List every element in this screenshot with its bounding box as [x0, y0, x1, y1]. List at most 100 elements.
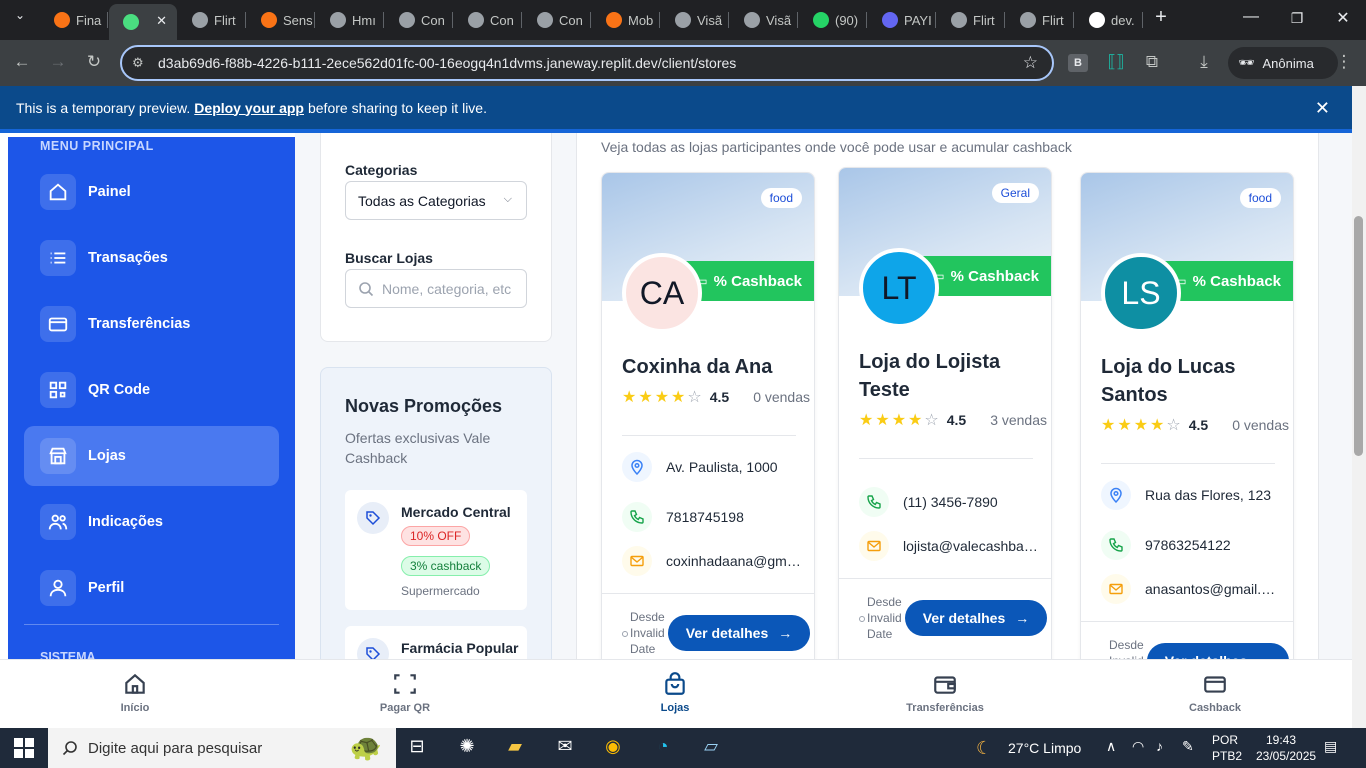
categories-select[interactable]: Todas as Categorias ⌵ — [345, 181, 527, 220]
address-bar[interactable]: ⚙ d3ab69d6-f88b-4226-b111-2ece562d01fc-0… — [120, 45, 1054, 81]
promo-card[interactable]: Mercado Central 10% OFF 3% cashback Supe… — [345, 490, 527, 610]
scrollbar-thumb[interactable] — [1354, 216, 1363, 456]
star-icon: ★ — [891, 412, 907, 429]
browser-tab-active[interactable]: ✕ — [109, 4, 177, 40]
store-phone: 97863254122 — [1101, 529, 1291, 561]
store-card[interactable]: food ▭% Cashback LS Loja do Lucas Santos ★ ★ ★… — [1080, 172, 1294, 659]
star-icon: ☆ — [687, 389, 702, 406]
store-name: Loja do Lojista Teste — [859, 351, 1001, 401]
store-card[interactable]: food ▭% Cashback CA Coxinha da Ana ★ ★ ★ ★ ☆ 4.5 0… — [601, 172, 815, 659]
browser-tab[interactable]: dev. — [1075, 6, 1143, 34]
tab-search-button[interactable]: ⌄ — [5, 8, 35, 22]
browser-tab[interactable]: Hmı — [316, 6, 384, 34]
extensions-icon[interactable]: ⧉ — [1140, 52, 1164, 72]
extension-code-icon[interactable]: ⟦⟧ — [1104, 52, 1128, 72]
edge-icon[interactable]: ◔ — [650, 736, 676, 760]
bottom-nav-cashback[interactable]: Cashback — [1155, 670, 1275, 714]
browser-tab[interactable]: Visã — [661, 6, 729, 34]
browser-tab[interactable]: (90) — [799, 6, 867, 34]
download-icon[interactable]: ⤓ — [1192, 52, 1216, 72]
chrome-icon[interactable]: ◉ — [600, 736, 626, 760]
store-avatar: LS — [1101, 253, 1181, 333]
windows-taskbar: Digite aqui para pesquisar 🐢 ⊟ ✺ ▰ ✉ ◉ ◔… — [0, 728, 1366, 768]
chevron-down-icon: ⌵ — [503, 193, 512, 205]
tab-favicon-icon — [813, 12, 829, 28]
file-explorer-icon[interactable]: ▰ — [502, 736, 528, 760]
browser-tab[interactable]: Flirt — [937, 6, 1005, 34]
minimize-button[interactable]: — — [1236, 8, 1266, 26]
store-card[interactable]: Geral ▭% Cashback LT Loja do Lojista Teste ★… — [838, 167, 1052, 659]
pen-icon[interactable]: ✎ — [1182, 738, 1194, 755]
maximize-button[interactable]: ❐ — [1282, 10, 1312, 27]
close-tab-icon[interactable]: ✕ — [156, 13, 167, 29]
reload-icon[interactable]: ↻ — [82, 52, 106, 72]
store-phone-text: (11) 3456-7890 — [903, 494, 998, 510]
tab-favicon-icon — [468, 12, 484, 28]
language-indicator[interactable]: POR PTB2 — [1212, 732, 1242, 764]
view-details-button[interactable]: Ver detalhes→ — [905, 600, 1047, 636]
browser-tab[interactable]: Fina — [40, 6, 108, 34]
preview-banner: This is a temporary preview. Deploy your… — [0, 86, 1352, 133]
volume-icon[interactable]: ♪ — [1156, 738, 1163, 754]
windows-start-icon[interactable] — [14, 738, 34, 758]
mail-icon — [859, 531, 889, 561]
new-tab-button[interactable]: + — [1146, 6, 1176, 29]
browser-tab[interactable]: Con — [523, 6, 591, 34]
star-icon: ★ — [1117, 417, 1132, 434]
store-address: Av. Paulista, 1000 — [622, 451, 812, 483]
browser-tab[interactable]: Visã — [730, 6, 798, 34]
sidebar-item-qr-code[interactable]: QR Code — [24, 360, 279, 420]
sidebar-item-perfil[interactable]: Perfil — [24, 558, 279, 618]
store-search-input[interactable]: Nome, categoria, etc — [345, 269, 527, 308]
sidebar-item-indica-es[interactable]: Indicações — [24, 492, 279, 552]
browser-tab[interactable]: Con — [454, 6, 522, 34]
task-view-icon[interactable]: ⊟ — [404, 736, 430, 760]
card-footer-divider — [839, 578, 1051, 579]
browser-tab[interactable]: Flirt — [1006, 6, 1074, 34]
copilot-icon[interactable]: ✺ — [454, 736, 480, 760]
promo-card[interactable]: Farmácia Popular — [345, 626, 527, 659]
sidebar-item-label: Painel — [88, 184, 131, 200]
close-window-button[interactable]: ✕ — [1328, 8, 1358, 28]
browser-tab[interactable]: Mob — [592, 6, 660, 34]
store-rating: ★ ★ ★ ★ ☆ 4.5 0 vendas — [622, 387, 810, 407]
view-details-button[interactable]: Ver detalhes→ — [668, 615, 810, 651]
sidebar-item-painel[interactable]: Painel — [24, 162, 279, 222]
app-window-icon[interactable]: ▱ — [698, 736, 724, 760]
browser-tab[interactable]: Flirt — [178, 6, 246, 34]
browser-tab[interactable]: Sens — [247, 6, 315, 34]
back-icon[interactable]: ← — [10, 52, 34, 72]
weather-text[interactable]: 27°C Limpo — [1008, 740, 1081, 756]
page-scrollbar[interactable] — [1352, 86, 1366, 728]
taskbar-search-input[interactable]: Digite aqui para pesquisar 🐢 — [48, 728, 396, 768]
banner-close-icon[interactable]: ✕ — [1315, 98, 1330, 119]
extension-b-icon[interactable]: B — [1068, 54, 1088, 72]
sidebar-item-label: Indicações — [88, 514, 163, 530]
notification-icon[interactable]: ▤ — [1324, 738, 1337, 755]
browser-tab[interactable]: PAYI — [868, 6, 936, 34]
browser-tab[interactable]: Con — [385, 6, 453, 34]
stores-panel: Veja todas as lojas participantes onde v… — [576, 133, 1319, 659]
view-details-button[interactable]: Ver detalhes→ — [1147, 643, 1289, 659]
clock[interactable]: 19:43 23/05/2025 — [1256, 732, 1316, 764]
network-icon[interactable]: ◠ — [1132, 738, 1144, 755]
store-rating: ★ ★ ★ ★ ☆ 4.5 3 vendas — [859, 410, 1047, 430]
sidebar-item-transfer-ncias[interactable]: Transferências — [24, 294, 279, 354]
star-icon: ★ — [1101, 417, 1116, 434]
list-icon — [40, 240, 76, 276]
sidebar-item-transa-es[interactable]: Transações — [24, 228, 279, 288]
tray-chevron-icon[interactable]: ∧ — [1106, 738, 1116, 755]
bottom-nav-transfer-ncias[interactable]: Transferências — [885, 670, 1005, 714]
bookmark-star-icon[interactable]: ☆ — [1023, 53, 1038, 73]
deploy-link[interactable]: Deploy your app — [194, 100, 304, 116]
site-info-icon[interactable]: ⚙ — [132, 55, 152, 71]
bottom-nav-in-cio[interactable]: Início — [75, 670, 195, 714]
sidebar-item-lojas[interactable]: Lojas — [24, 426, 279, 486]
mail-icon[interactable]: ✉ — [552, 736, 578, 760]
cashback-strip: ▭% Cashback — [1163, 261, 1293, 301]
incognito-profile-button[interactable]: 🕶 Anônima — [1228, 47, 1338, 79]
bottom-nav-pagar-qr[interactable]: Pagar QR — [345, 670, 465, 714]
bottom-nav-lojas[interactable]: Lojas — [615, 670, 735, 714]
forward-icon[interactable]: → — [46, 52, 70, 72]
menu-kebab-icon[interactable]: ⋮ — [1332, 52, 1356, 72]
